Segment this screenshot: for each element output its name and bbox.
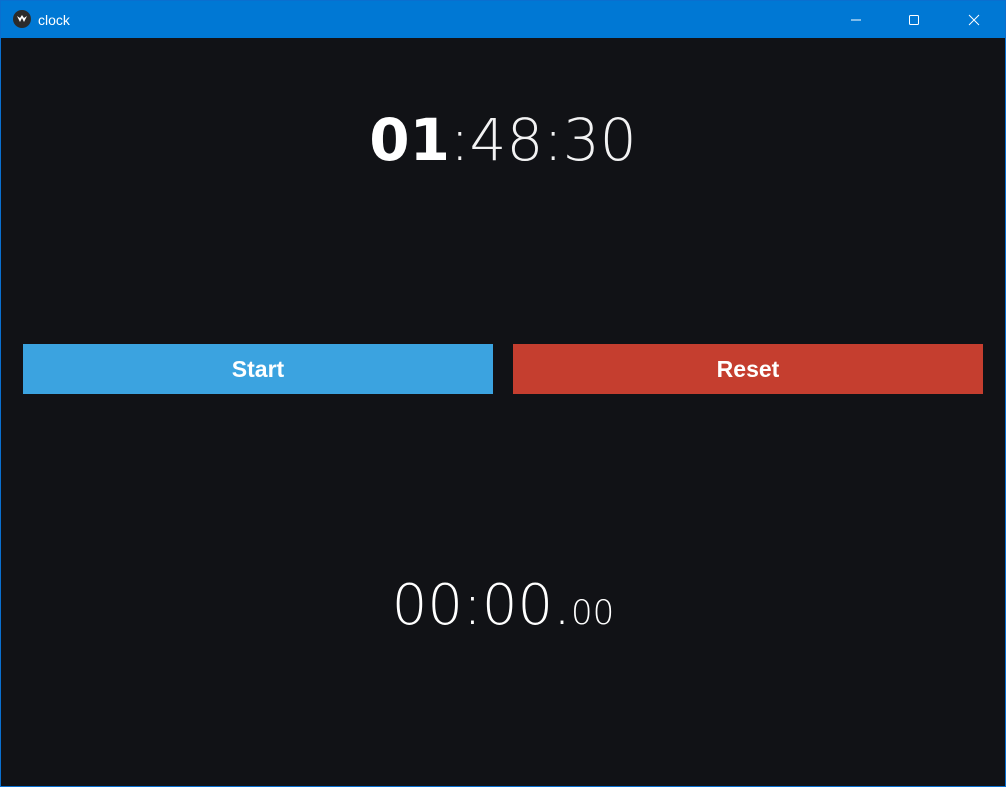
maximize-icon bbox=[909, 14, 919, 25]
window-title: clock bbox=[38, 12, 70, 28]
stopwatch-display: 00:00.00 bbox=[1, 574, 1005, 651]
start-button[interactable]: Start bbox=[23, 344, 493, 394]
maximize-button[interactable] bbox=[885, 1, 943, 38]
close-icon bbox=[968, 14, 980, 25]
reset-button[interactable]: Reset bbox=[513, 344, 983, 394]
app-logo-icon bbox=[13, 10, 31, 28]
clock-minutes-seconds: :48:30 bbox=[450, 106, 637, 174]
clock-hours: 01 bbox=[369, 106, 451, 174]
minimize-icon bbox=[851, 19, 861, 20]
title-bar[interactable]: clock bbox=[1, 1, 1005, 38]
close-button[interactable] bbox=[945, 1, 1003, 38]
minimize-button[interactable] bbox=[827, 1, 885, 38]
clock-panel: 01:48:30 Start Reset 00:00.00 bbox=[1, 38, 1005, 786]
stopwatch-fraction: 00 bbox=[570, 593, 615, 633]
stopwatch-main: 00:00. bbox=[391, 573, 571, 638]
app-window: clock 01:48:30 Start Reset 00:00.00 bbox=[0, 0, 1006, 787]
current-time: 01:48:30 bbox=[1, 108, 1005, 172]
